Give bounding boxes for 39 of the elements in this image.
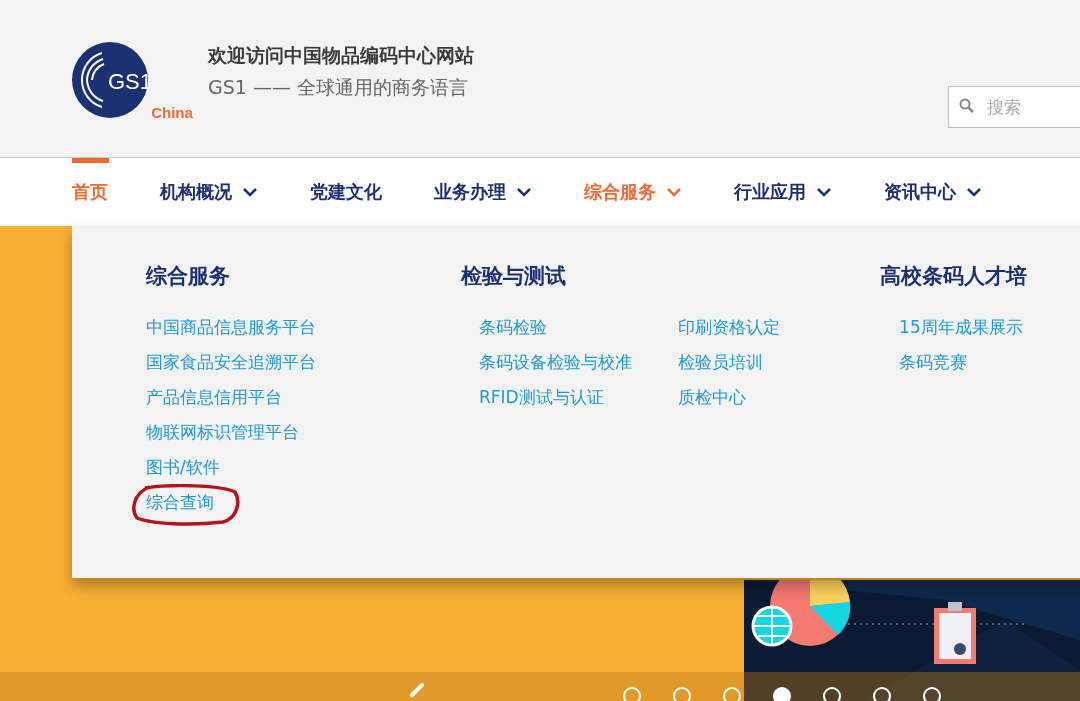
search-field[interactable]: 搜索 [948,86,1080,128]
chevron-icon [966,187,982,197]
menu-link[interactable]: 物联网标识管理平台 [146,415,316,450]
menu-link[interactable]: 条码设备检验与校准 [479,345,678,380]
nav-tab[interactable]: 首页 [72,158,108,226]
chevron-icon [516,187,532,197]
nav-tab[interactable]: 业务办理 [434,158,532,226]
carousel-dot[interactable] [723,687,741,701]
nav-tab[interactable]: 行业应用 [734,158,832,226]
carousel-dot[interactable] [673,687,691,701]
menu-link[interactable]: RFID测试与认证 [479,380,678,415]
menu-heading: 综合服务 [146,263,231,290]
nav-tab[interactable]: 党建文化 [310,158,382,226]
menu-link[interactable]: 条码检验 [479,310,678,345]
menu-link[interactable]: 印刷资格认定 [678,310,780,345]
menu-link[interactable]: 检验员培训 [678,345,780,380]
chevron-icon [816,187,832,197]
menu-link[interactable]: 条码竞赛 [899,345,1023,380]
site-title: 欢迎访问中国物品编码中心网站 [208,43,474,68]
search-icon [959,98,974,113]
menu-heading: 检验与测试 [461,263,567,290]
menu-link[interactable]: 15周年成果展示 [899,310,1023,345]
chevron-icon [666,187,682,197]
menu-link[interactable]: 综合查询 [146,485,316,520]
menu-link[interactable]: 国家食品安全追溯平台 [146,345,316,380]
carousel-dot[interactable] [923,687,941,701]
nav-tab[interactable]: 机构概况 [160,158,258,226]
menu-heading: 高校条码人才培 [880,263,1029,290]
menu-link[interactable]: 图书/软件 [146,450,316,485]
nav-tab[interactable]: 综合服务 [584,158,682,226]
menu-link[interactable]: 中国商品信息服务平台 [146,310,316,345]
chevron-icon [242,187,258,197]
site-slogan: GS1 —— 全球通用的商务语言 [208,75,469,100]
carousel-dot[interactable] [623,687,641,701]
menu-link[interactable]: 产品信息信用平台 [146,380,316,415]
nav-tab[interactable]: 资讯中心 [884,158,982,226]
carousel-dot[interactable] [823,687,841,701]
menu-link[interactable]: 质检中心 [678,380,780,415]
carousel-dot[interactable] [873,687,891,701]
